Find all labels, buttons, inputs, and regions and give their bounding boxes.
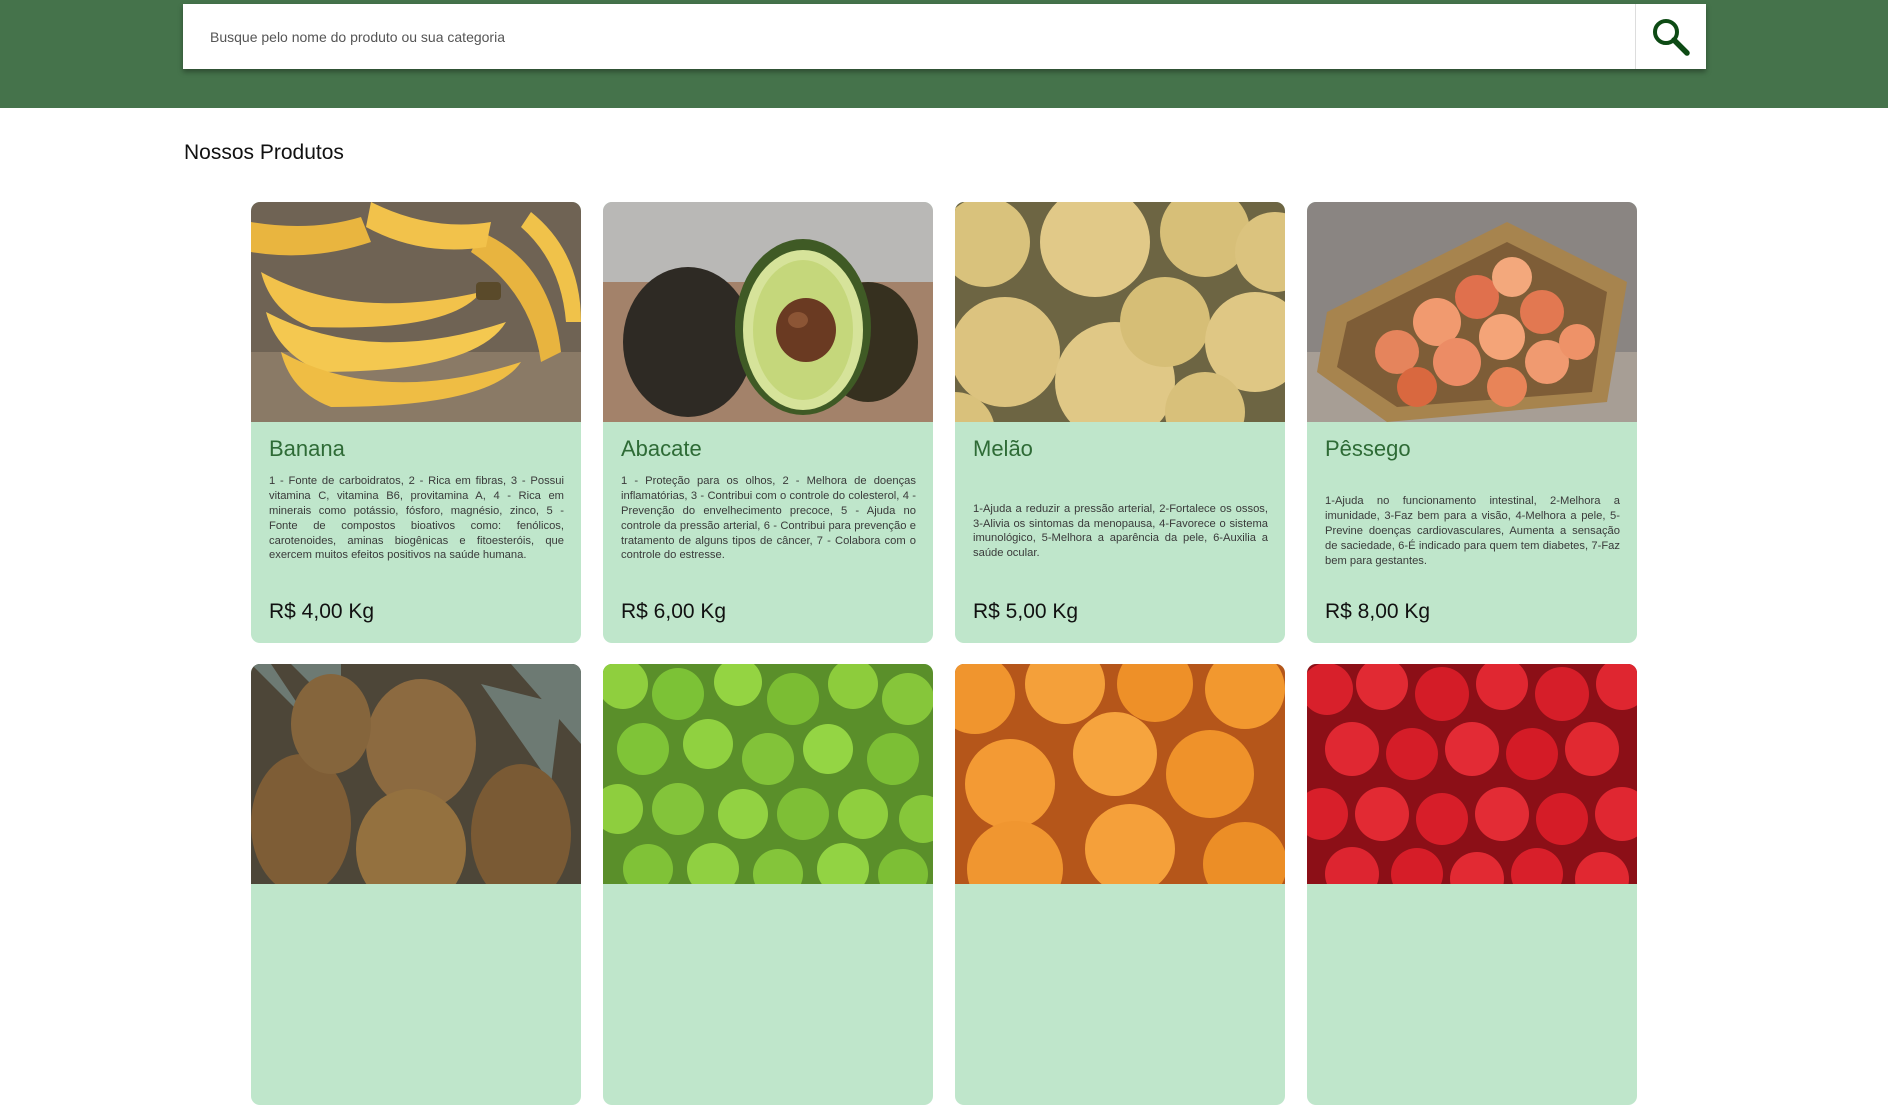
- product-info-abacate: Abacate 1 - Proteção para os olhos, 2 - …: [603, 422, 933, 643]
- product-description: 1-Ajuda a reduzir a pressão arterial, 2-…: [973, 472, 1268, 590]
- product-image-morango: [1307, 664, 1637, 884]
- product-card-melao[interactable]: Melão 1-Ajuda a reduzir a pressão arteri…: [955, 202, 1285, 643]
- product-description: 1 - Fonte de carboidratos, 2 - Rica em f…: [269, 472, 564, 592]
- product-card-abacaxi[interactable]: [251, 664, 581, 1105]
- header-bar: [0, 0, 1888, 108]
- section-title: Nossos Produtos: [184, 141, 344, 164]
- product-price: R$ 4,00 Kg: [269, 600, 375, 623]
- product-info-melao: Melão 1-Ajuda a reduzir a pressão arteri…: [955, 422, 1285, 643]
- product-image-abacaxi: [251, 664, 581, 884]
- product-description-text: 1 - Proteção para os olhos, 2 - Melhora …: [621, 475, 916, 562]
- product-info-banana: Banana 1 - Fonte de carboidratos, 2 - Ri…: [251, 422, 581, 643]
- product-image-abacate: [603, 202, 933, 422]
- product-description: 1-Ajuda no funcionamento intestinal, 2-M…: [1325, 472, 1620, 590]
- product-image-limao: [603, 664, 933, 884]
- product-name: Abacate: [621, 436, 702, 461]
- product-name: Pêssego: [1325, 436, 1411, 461]
- product-card-laranja[interactable]: [955, 664, 1285, 1105]
- product-description: 1 - Proteção para os olhos, 2 - Melhora …: [621, 472, 916, 592]
- product-card-banana[interactable]: Banana 1 - Fonte de carboidratos, 2 - Ri…: [251, 202, 581, 643]
- search-input[interactable]: [183, 4, 1635, 69]
- product-description-text: 1-Ajuda no funcionamento intestinal, 2-M…: [1325, 495, 1620, 567]
- search-button[interactable]: [1635, 4, 1706, 69]
- product-description-text: 1 - Fonte de carboidratos, 2 - Rica em f…: [269, 475, 564, 562]
- search-icon: [1653, 18, 1690, 56]
- product-name: Melão: [973, 436, 1033, 461]
- product-price: R$ 5,00 Kg: [973, 600, 1079, 623]
- product-card-limao[interactable]: [603, 664, 933, 1105]
- product-image-pessego: [1307, 202, 1637, 422]
- product-description-text: 1-Ajuda a reduzir a pressão arterial, 2-…: [973, 502, 1268, 560]
- product-info-pessego: Pêssego 1-Ajuda no funcionamento intesti…: [1307, 422, 1637, 643]
- search-bar: [183, 4, 1706, 69]
- product-image-laranja: [955, 664, 1285, 884]
- product-image-banana: [251, 202, 581, 422]
- product-image-melao: [955, 202, 1285, 422]
- product-card-abacate[interactable]: Abacate 1 - Proteção para os olhos, 2 - …: [603, 202, 933, 643]
- product-card-morango[interactable]: [1307, 664, 1637, 1105]
- product-card-pessego[interactable]: Pêssego 1-Ajuda no funcionamento intesti…: [1307, 202, 1637, 643]
- product-price: R$ 8,00 Kg: [1325, 600, 1431, 623]
- product-name: Banana: [269, 436, 345, 461]
- product-price: R$ 6,00 Kg: [621, 600, 727, 623]
